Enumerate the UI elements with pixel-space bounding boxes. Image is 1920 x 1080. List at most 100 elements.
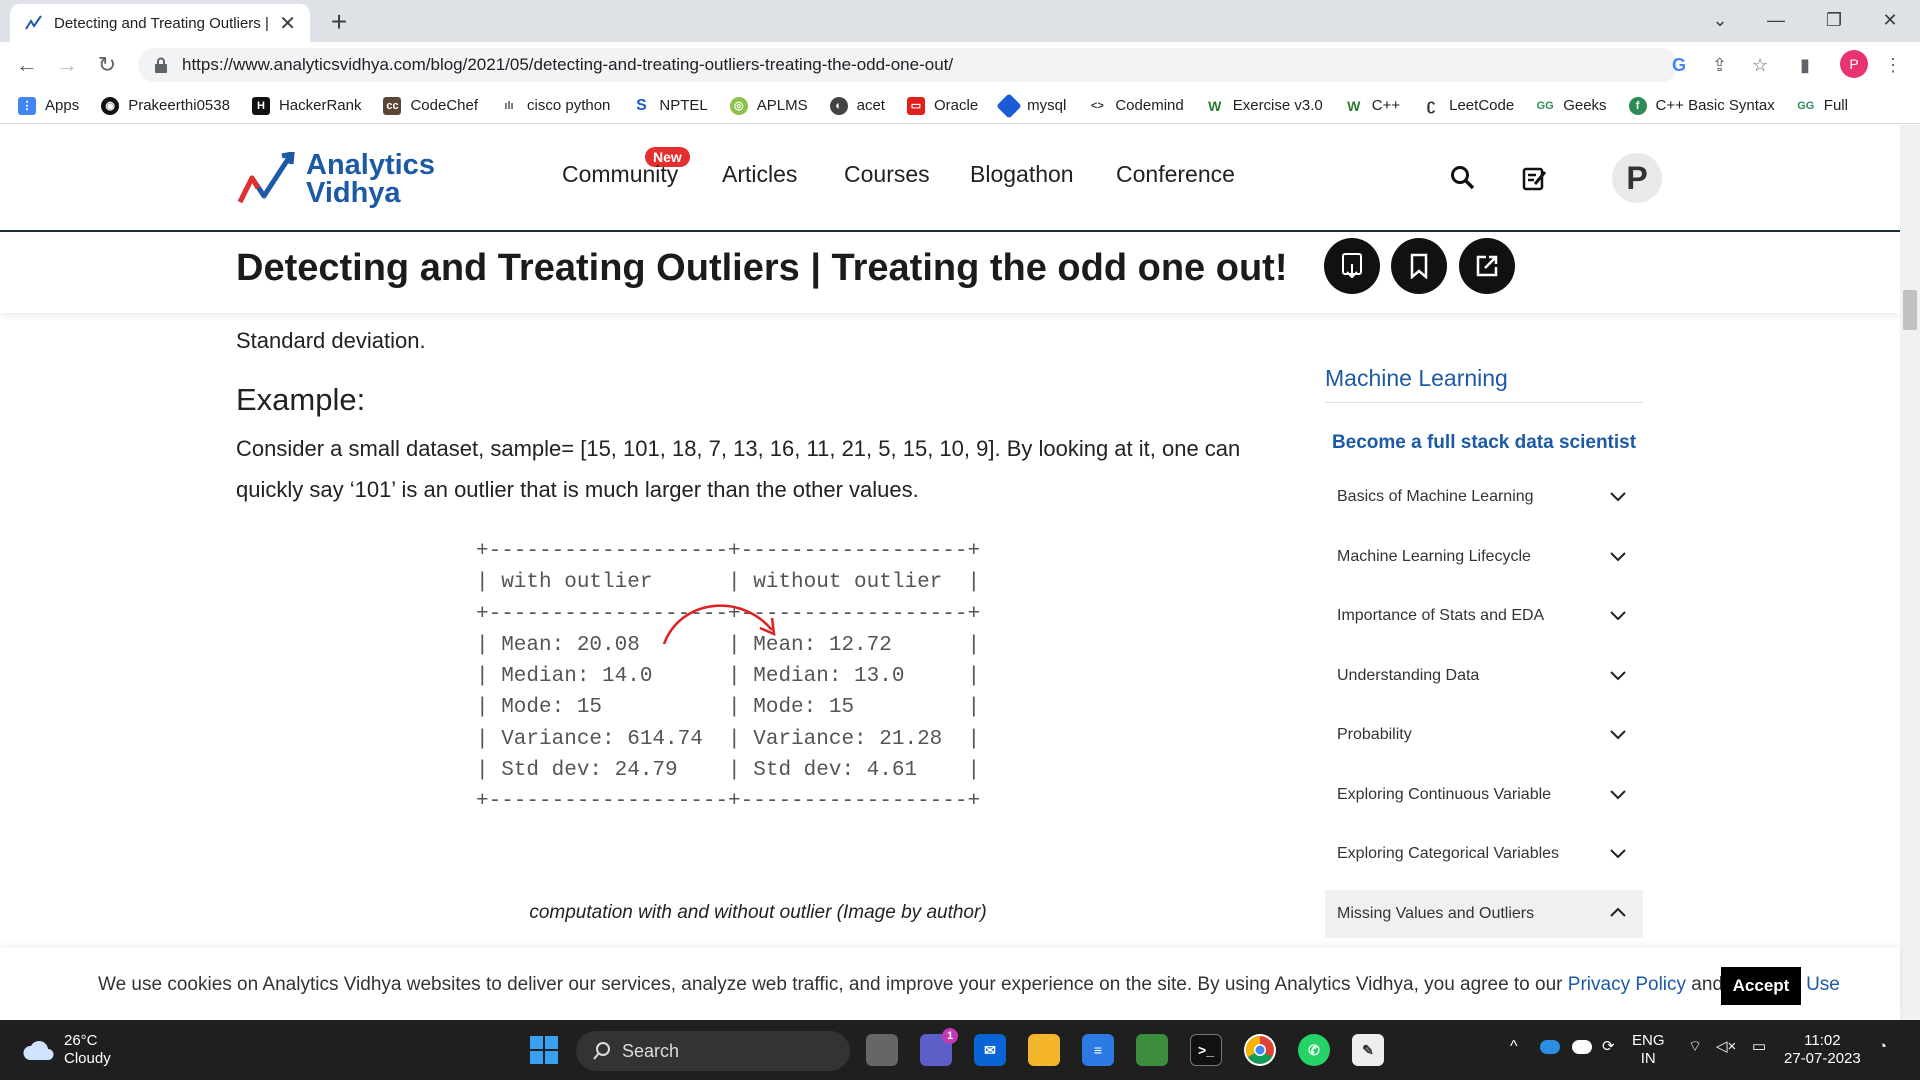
- github-icon: ◉: [101, 96, 120, 115]
- scrollbar-thumb[interactable]: [1903, 290, 1917, 330]
- sidebar-topic-item[interactable]: Exploring Continuous Variable: [1325, 771, 1643, 819]
- bookmark-nptel[interactable]: S NPTEL: [632, 96, 708, 115]
- search-icon[interactable]: [1446, 161, 1480, 195]
- bookmark-codechef[interactable]: cc CodeChef: [383, 96, 478, 115]
- bookmark-icon: [1410, 253, 1428, 279]
- bookmark-acet[interactable]: ◐ acet: [829, 96, 885, 115]
- oracle-icon: ▭: [906, 96, 925, 115]
- sidebar-topic-item[interactable]: Understanding Data: [1325, 652, 1643, 700]
- nav-courses[interactable]: Courses: [844, 161, 930, 188]
- bookmark-cisco[interactable]: ılı cisco python: [500, 96, 610, 115]
- chevron-down-icon[interactable]: [1609, 785, 1627, 803]
- bookmark-apps[interactable]: ⋮ Apps: [18, 96, 79, 115]
- bookmark-star-icon[interactable]: ☆: [1752, 48, 1768, 82]
- user-avatar[interactable]: P: [1612, 153, 1662, 203]
- bookmark-full[interactable]: GG Full: [1796, 96, 1848, 115]
- sidebar-cta-link[interactable]: Become a full stack data scientist: [1325, 432, 1643, 454]
- nav-blogathon[interactable]: Blogathon: [970, 161, 1074, 188]
- sidebar-topic-label: Probability: [1337, 726, 1412, 743]
- profile-avatar[interactable]: P: [1840, 50, 1868, 78]
- bookmark-oracle[interactable]: ▭ Oracle: [906, 96, 978, 115]
- google-icon[interactable]: G: [1672, 48, 1686, 82]
- side-panel-icon[interactable]: ▮: [1800, 48, 1810, 82]
- privacy-policy-link[interactable]: Privacy Policy: [1568, 974, 1686, 995]
- nav-community[interactable]: Community: [562, 161, 678, 188]
- browser-tab[interactable]: Detecting and Treating Outliers | ✕: [10, 4, 310, 42]
- reload-icon[interactable]: ↻: [92, 50, 122, 80]
- sidebar-topic-label: Exploring Continuous Variable: [1337, 785, 1552, 803]
- language-indicator[interactable]: ENG IN: [1632, 1032, 1665, 1068]
- menu-kebab-icon[interactable]: ⋮: [1884, 48, 1902, 82]
- sidebar-title[interactable]: Machine Learning: [1325, 365, 1643, 403]
- speaker-muted-icon[interactable]: ◁×: [1716, 1038, 1736, 1056]
- bookmark-codemind[interactable]: <> Codemind: [1088, 96, 1184, 115]
- onedrive-icon[interactable]: [1540, 1040, 1560, 1054]
- bookmark-cpp-basic-syntax[interactable]: f C++ Basic Syntax: [1628, 96, 1775, 115]
- nav-conference[interactable]: Conference: [1116, 161, 1235, 188]
- page-scrollbar[interactable]: [1900, 125, 1920, 1020]
- notifications-icon[interactable]: ◔: [1878, 1038, 1887, 1056]
- write-article-icon[interactable]: [1518, 161, 1552, 195]
- address-bar[interactable]: https://www.analyticsvidhya.com/blog/202…: [138, 48, 1678, 82]
- teams-icon[interactable]: 1: [920, 1028, 958, 1066]
- mysql-icon: [996, 92, 1022, 119]
- sidebar-topic-item[interactable]: Missing Values and Outliers: [1325, 889, 1643, 938]
- bookmark-leetcode[interactable]: ʗ LeetCode: [1422, 96, 1514, 115]
- cloud-sync-icon[interactable]: [1572, 1040, 1592, 1054]
- minimize-button[interactable]: —: [1748, 0, 1804, 40]
- bookmark-mysql[interactable]: mysql: [996, 92, 1066, 119]
- terminal-icon[interactable]: >_: [1190, 1034, 1222, 1066]
- sidebar-topic-item[interactable]: Importance of Stats and EDA: [1325, 592, 1643, 640]
- back-icon[interactable]: ←: [12, 50, 42, 80]
- site-logo[interactable]: Analytics Vidhya: [236, 151, 435, 208]
- chevron-down-icon[interactable]: [1609, 487, 1627, 505]
- close-tab-icon[interactable]: ✕: [279, 11, 296, 36]
- restore-button[interactable]: ❐: [1806, 0, 1862, 40]
- figure-caption: computation with and without outlier (Im…: [529, 902, 987, 923]
- bookmark-cpp[interactable]: W C++: [1344, 96, 1400, 115]
- refresh-tray-icon[interactable]: ⟳: [1602, 1038, 1615, 1056]
- chevron-up-icon[interactable]: [1609, 904, 1627, 922]
- whatsapp-icon[interactable]: ✆: [1298, 1034, 1330, 1066]
- new-tab-button[interactable]: +: [324, 6, 354, 38]
- share-icon[interactable]: ⇪: [1712, 48, 1727, 82]
- chevron-down-icon[interactable]: [1609, 725, 1627, 743]
- chevron-down-icon[interactable]: [1609, 606, 1627, 624]
- bookmark-geeks[interactable]: GG Geeks: [1536, 96, 1607, 115]
- bookmark-hackerrank[interactable]: H HackerRank: [251, 96, 361, 115]
- windows-start-icon[interactable]: [528, 1034, 560, 1066]
- task-view-icon[interactable]: [866, 1034, 898, 1066]
- chevron-down-icon[interactable]: [1609, 547, 1627, 565]
- notes-app-icon[interactable]: ✎: [1352, 1034, 1384, 1066]
- photos-icon[interactable]: [1136, 1034, 1168, 1066]
- show-hidden-icons[interactable]: ^: [1510, 1038, 1518, 1056]
- clock[interactable]: 11:02 27-07-2023: [1784, 1032, 1861, 1068]
- sidebar-topic-item[interactable]: Probability: [1325, 711, 1643, 759]
- notepad-icon[interactable]: ≡: [1082, 1034, 1114, 1066]
- wifi-icon[interactable]: ⌔: [1688, 1038, 1702, 1056]
- file-explorer-icon[interactable]: [1028, 1034, 1060, 1066]
- accept-cookies-button[interactable]: Accept: [1721, 967, 1801, 1005]
- mail-icon[interactable]: ✉: [974, 1034, 1006, 1066]
- bookmark-exercise[interactable]: W Exercise v3.0: [1205, 96, 1323, 115]
- weather-widget[interactable]: 26°C Cloudy: [22, 1032, 111, 1068]
- sidebar-topic-item[interactable]: Exploring Categorical Variables: [1325, 830, 1643, 878]
- geeksforgeeks-icon: GG: [1796, 96, 1815, 115]
- sidebar-topic-item[interactable]: Machine Learning Lifecycle: [1325, 533, 1643, 581]
- nav-articles[interactable]: Articles: [722, 161, 797, 188]
- forward-icon[interactable]: →: [52, 50, 82, 80]
- share-button[interactable]: [1459, 238, 1515, 294]
- close-window-button[interactable]: ✕: [1862, 0, 1918, 40]
- bookmark-aplms[interactable]: ◎ APLMS: [729, 96, 808, 115]
- chevron-down-icon[interactable]: [1609, 666, 1627, 684]
- bookmark-button[interactable]: [1391, 238, 1447, 294]
- bookmark-github[interactable]: ◉ Prakeerthi0538: [101, 96, 230, 115]
- download-pdf-button[interactable]: [1324, 238, 1380, 294]
- chrome-icon[interactable]: [1244, 1034, 1276, 1066]
- sidebar-topic-item[interactable]: Basics of Machine Learning: [1325, 473, 1643, 521]
- logo-mark-icon: [237, 152, 295, 204]
- taskbar-search[interactable]: Search: [576, 1031, 850, 1071]
- tab-search-icon[interactable]: ⌄: [1692, 0, 1748, 40]
- battery-icon[interactable]: ▭: [1752, 1038, 1766, 1056]
- chevron-down-icon[interactable]: [1609, 844, 1627, 862]
